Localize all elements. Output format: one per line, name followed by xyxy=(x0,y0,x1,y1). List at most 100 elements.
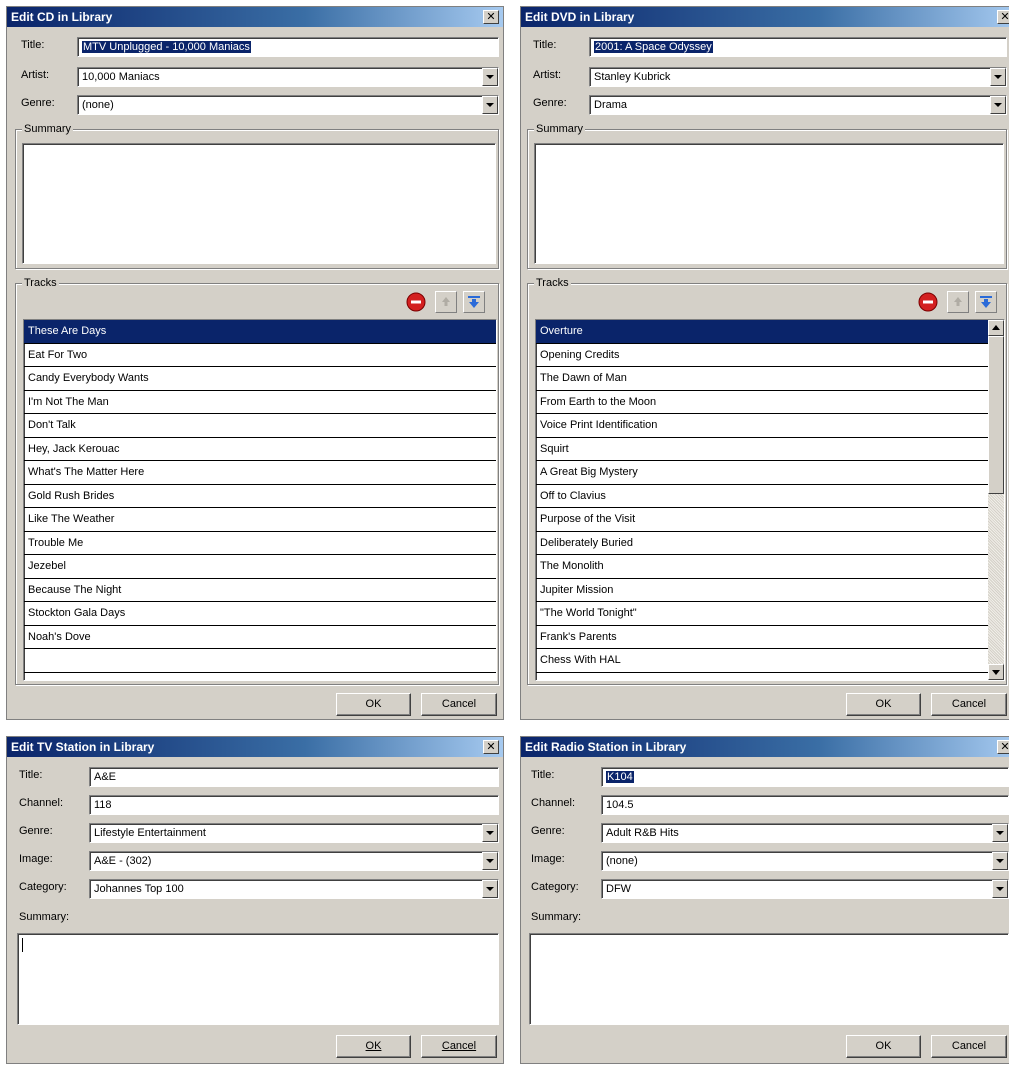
list-item[interactable]: Chess With HAL xyxy=(536,649,988,673)
genre-dropdown[interactable]: Lifestyle Entertainment xyxy=(89,823,499,843)
scroll-down-button[interactable] xyxy=(988,664,1004,680)
summary-textarea[interactable] xyxy=(529,933,1009,1025)
chevron-down-icon[interactable] xyxy=(482,852,498,870)
category-label: Category: xyxy=(531,881,579,893)
chevron-down-icon[interactable] xyxy=(992,824,1008,842)
scroll-thumb[interactable] xyxy=(988,336,1004,494)
remove-track-button[interactable] xyxy=(917,291,939,313)
list-item[interactable]: I'm Not The Man xyxy=(24,391,496,414)
summary-textarea[interactable] xyxy=(22,143,496,264)
close-icon[interactable]: ✕ xyxy=(997,740,1009,754)
genre-dropdown[interactable]: (none) xyxy=(77,95,499,115)
move-up-button[interactable] xyxy=(435,291,457,313)
artist-dropdown[interactable]: Stanley Kubrick xyxy=(589,67,1007,87)
list-item[interactable]: Like The Weather xyxy=(24,508,496,532)
ok-button-label: OK xyxy=(365,1040,382,1052)
title-field[interactable]: 2001: A Space Odyssey xyxy=(589,37,1007,57)
chevron-down-icon[interactable] xyxy=(990,96,1006,114)
close-icon[interactable]: ✕ xyxy=(483,10,499,24)
chevron-up-icon xyxy=(992,325,1000,330)
image-dropdown[interactable]: (none) xyxy=(601,851,1009,871)
list-item[interactable]: From Earth to the Moon xyxy=(536,391,988,414)
list-item[interactable]: "The World Tonight" xyxy=(536,602,988,626)
list-item[interactable]: Eat For Two xyxy=(24,344,496,367)
list-item[interactable]: Trouble Me xyxy=(24,532,496,555)
arrow-down-icon xyxy=(468,296,480,308)
artist-dropdown[interactable]: 10,000 Maniacs xyxy=(77,67,499,87)
channel-field[interactable]: 118 xyxy=(89,795,499,815)
list-item[interactable]: Squirt xyxy=(536,438,988,461)
close-icon[interactable]: ✕ xyxy=(997,10,1009,24)
scroll-up-button[interactable] xyxy=(988,320,1004,336)
summary-textarea[interactable] xyxy=(17,933,499,1025)
image-dropdown[interactable]: A&E - (302) xyxy=(89,851,499,871)
list-item[interactable]: Deliberately Buried xyxy=(536,532,988,555)
tracks-scrollbar[interactable] xyxy=(988,320,1004,680)
list-item[interactable]: The Dawn of Man xyxy=(536,367,988,391)
list-item[interactable] xyxy=(24,649,496,673)
text-caret xyxy=(22,938,23,952)
list-item[interactable]: Purpose of the Visit xyxy=(536,508,988,532)
genre-value: Lifestyle Entertainment xyxy=(94,827,206,839)
cancel-button[interactable]: Cancel xyxy=(421,693,497,716)
list-item[interactable]: A Great Big Mystery xyxy=(536,461,988,485)
list-item[interactable]: Jezebel xyxy=(24,555,496,579)
ok-button[interactable]: OK xyxy=(846,693,921,716)
tracks-list[interactable]: These Are Days Eat For Two Candy Everybo… xyxy=(23,319,497,681)
list-item[interactable]: The Monolith xyxy=(536,555,988,579)
list-item[interactable]: Overture xyxy=(536,320,988,344)
move-up-button[interactable] xyxy=(947,291,969,313)
ok-button[interactable]: OK xyxy=(846,1035,921,1058)
chevron-down-icon[interactable] xyxy=(482,68,498,86)
image-value: A&E - (302) xyxy=(94,855,152,867)
tracks-group-title: Tracks xyxy=(22,276,59,290)
chevron-down-icon[interactable] xyxy=(992,880,1008,898)
dialog-titlebar[interactable]: Edit Radio Station in Library xyxy=(521,737,1009,757)
list-item[interactable]: Gold Rush Brides xyxy=(24,485,496,508)
close-icon[interactable]: ✕ xyxy=(483,740,499,754)
list-item[interactable]: What's The Matter Here xyxy=(24,461,496,485)
list-item[interactable]: Opening Credits xyxy=(536,344,988,367)
title-field[interactable]: A&E xyxy=(89,767,499,787)
list-item[interactable]: Noah's Dove xyxy=(24,626,496,649)
genre-dropdown[interactable]: Drama xyxy=(589,95,1007,115)
genre-dropdown[interactable]: Adult R&B Hits xyxy=(601,823,1009,843)
ok-button[interactable]: OK xyxy=(336,1035,411,1058)
remove-track-button[interactable] xyxy=(405,291,427,313)
chevron-down-icon[interactable] xyxy=(482,824,498,842)
move-down-button[interactable] xyxy=(463,291,485,313)
title-field[interactable]: K104 xyxy=(601,767,1009,787)
cancel-button[interactable]: Cancel xyxy=(421,1035,497,1058)
artist-value: 10,000 Maniacs xyxy=(82,71,160,83)
dialog-titlebar[interactable]: Edit DVD in Library xyxy=(521,7,1009,27)
dialog-titlebar[interactable]: Edit CD in Library xyxy=(7,7,503,27)
chevron-down-icon[interactable] xyxy=(482,880,498,898)
list-item[interactable]: Candy Everybody Wants xyxy=(24,367,496,391)
artist-value: Stanley Kubrick xyxy=(594,71,671,83)
dialog-title: Edit Radio Station in Library xyxy=(525,740,687,754)
list-item[interactable]: Hey, Jack Kerouac xyxy=(24,438,496,461)
summary-textarea[interactable] xyxy=(534,143,1004,264)
list-item[interactable]: Voice Print Identification xyxy=(536,414,988,438)
ok-button[interactable]: OK xyxy=(336,693,411,716)
summary-group-title: Summary xyxy=(22,122,74,136)
chevron-down-icon[interactable] xyxy=(482,96,498,114)
move-down-button[interactable] xyxy=(975,291,997,313)
list-item[interactable]: These Are Days xyxy=(24,320,496,344)
list-item[interactable]: Jupiter Mission xyxy=(536,579,988,602)
list-item[interactable]: Off to Clavius xyxy=(536,485,988,508)
tracks-list[interactable]: Overture Opening Credits The Dawn of Man… xyxy=(535,319,1005,681)
list-item[interactable]: Stockton Gala Days xyxy=(24,602,496,626)
list-item[interactable]: Frank's Parents xyxy=(536,626,988,649)
title-field[interactable]: MTV Unplugged - 10,000 Maniacs xyxy=(77,37,499,57)
chevron-down-icon[interactable] xyxy=(990,68,1006,86)
category-dropdown[interactable]: Johannes Top 100 xyxy=(89,879,499,899)
category-dropdown[interactable]: DFW xyxy=(601,879,1009,899)
cancel-button[interactable]: Cancel xyxy=(931,693,1007,716)
chevron-down-icon[interactable] xyxy=(992,852,1008,870)
dialog-titlebar[interactable]: Edit TV Station in Library xyxy=(7,737,503,757)
list-item[interactable]: Don't Talk xyxy=(24,414,496,438)
cancel-button[interactable]: Cancel xyxy=(931,1035,1007,1058)
channel-field[interactable]: 104.5 xyxy=(601,795,1009,815)
list-item[interactable]: Because The Night xyxy=(24,579,496,602)
